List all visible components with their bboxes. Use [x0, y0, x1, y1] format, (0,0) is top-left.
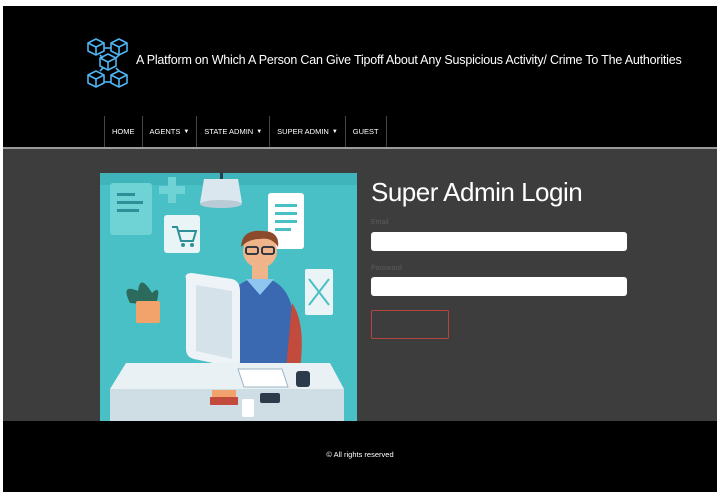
- page-frame: A Platform on Which A Person Can Give Ti…: [3, 6, 717, 492]
- caret-down-icon: ▼: [183, 128, 190, 135]
- office-worker-illustration: [100, 173, 357, 421]
- nav-home[interactable]: HOME: [105, 116, 143, 147]
- nav-state-admin[interactable]: STATE ADMIN ▼: [197, 116, 271, 147]
- nav-guest-label: GUEST: [352, 127, 379, 136]
- login-section: Super Admin Login Email Password: [3, 149, 717, 421]
- blockchain-logo-icon: [87, 38, 128, 88]
- site-header: A Platform on Which A Person Can Give Ti…: [3, 6, 717, 147]
- nav-guest[interactable]: GUEST: [346, 116, 387, 147]
- nav-agents[interactable]: AGENTS ▼: [143, 116, 198, 147]
- copyright-text: © All rights reserved: [326, 450, 394, 459]
- login-button[interactable]: [371, 310, 449, 339]
- caret-down-icon: ▼: [331, 128, 338, 135]
- login-title: Super Admin Login: [371, 177, 583, 207]
- password-label: Password: [371, 265, 402, 272]
- email-field[interactable]: [371, 232, 627, 251]
- nav-agents-label: AGENTS: [149, 127, 181, 136]
- nav-home-label: HOME: [112, 127, 135, 136]
- site-title: A Platform on Which A Person Can Give Ti…: [136, 53, 682, 67]
- caret-down-icon: ▼: [256, 128, 263, 135]
- email-label: Email: [371, 219, 389, 226]
- site-footer: © All rights reserved: [3, 421, 717, 492]
- nav-super-admin[interactable]: SUPER ADMIN ▼: [270, 116, 346, 147]
- nav-state-admin-label: STATE ADMIN: [204, 127, 254, 136]
- main-nav: HOME AGENTS ▼ STATE ADMIN ▼ SUPER ADMIN ▼ G…: [104, 116, 387, 147]
- password-field[interactable]: [371, 277, 627, 296]
- illustration-art: [100, 173, 357, 421]
- nav-super-admin-label: SUPER ADMIN: [277, 127, 329, 136]
